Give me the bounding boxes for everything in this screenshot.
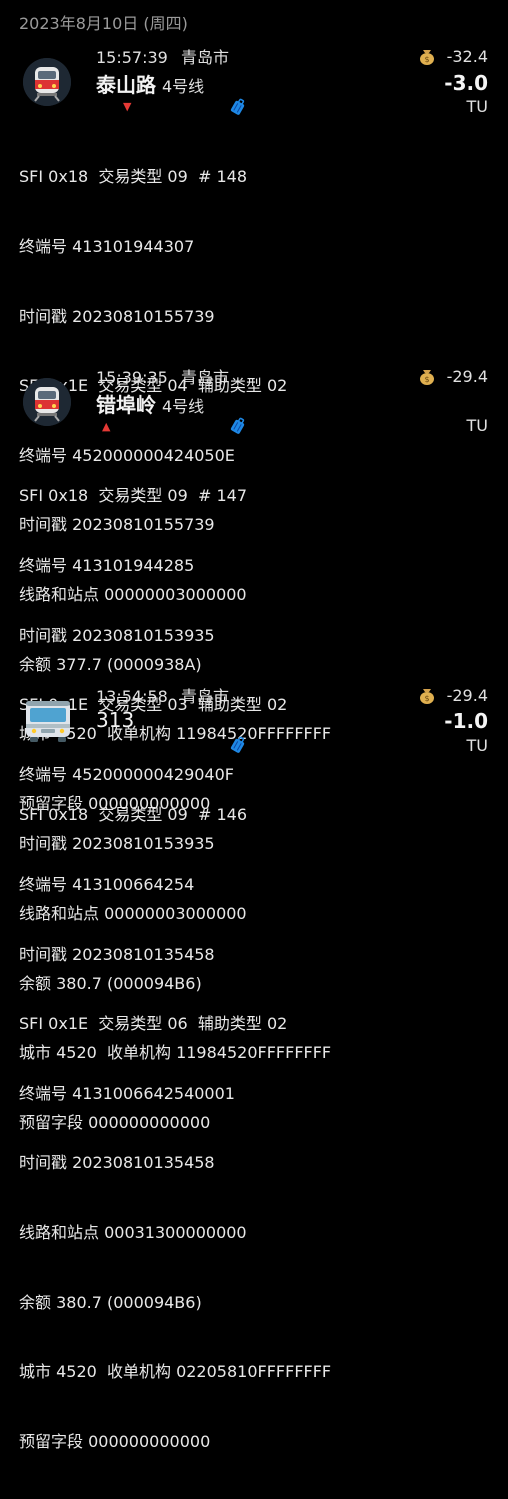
- unit: TU: [466, 736, 488, 755]
- time-city: 15:57:39 青岛市: [96, 44, 229, 68]
- transaction-entry[interactable]: 15:57:39 青岛市 泰山路 4号线 ▼ $ -32.4 -3.0 TU SFI…: [0, 0, 508, 813]
- balance-value: -32.4: [446, 47, 488, 66]
- luggage-icon: [228, 97, 248, 117]
- detail-line: 城市 4520 收单机构 02205810FFFFFFFF: [19, 1362, 332, 1382]
- city: 青岛市: [180, 687, 229, 706]
- detail-block: SFI 0x18 交易类型 09 # 146 终端号 413100664254 …: [19, 757, 331, 1499]
- amount: -3.0: [444, 71, 488, 95]
- amount: -1.0: [444, 709, 488, 733]
- balance: $ -29.4: [417, 366, 488, 386]
- city: 青岛市: [180, 48, 229, 67]
- station-label: 泰山路: [96, 73, 156, 97]
- unit: TU: [466, 97, 488, 116]
- time-city: 13:54:58 青岛市: [96, 683, 229, 707]
- detail-line: 时间戳 20230810135458: [19, 1153, 215, 1173]
- station-label: 313: [96, 708, 135, 732]
- detail-line: 终端号 4131006642540001: [19, 1083, 235, 1103]
- luggage-icon: [228, 735, 248, 755]
- transaction-entry[interactable]: 13:54:58 青岛市 313 $ -29.4 -1.0 TU SFI 0x18…: [0, 680, 508, 1451]
- money-bag-icon: $: [417, 685, 437, 705]
- balance-value: -29.4: [446, 367, 488, 386]
- detail-line: 终端号 413101944307: [19, 237, 195, 256]
- line-label: 4号线: [162, 397, 205, 416]
- city: 青岛市: [180, 368, 229, 387]
- detail-line: 终端号 413100664254: [19, 875, 195, 894]
- bus-icon: [23, 697, 73, 745]
- detail-line: 时间戳 20230810153935: [19, 625, 215, 645]
- detail-line: SFI 0x18 交易类型 09 # 147: [19, 486, 247, 506]
- subway-icon: [23, 378, 71, 426]
- detail-line: 余额 380.7 (000094B6): [19, 1292, 202, 1312]
- station-name: 泰山路 4号线: [96, 69, 204, 98]
- svg-text:$: $: [424, 55, 429, 64]
- direction-down-icon: ▼: [123, 100, 132, 113]
- detail-line: 时间戳 20230810135458: [19, 944, 215, 964]
- time: 13:54:58: [96, 687, 168, 706]
- direction-up-icon: ▲: [102, 420, 111, 433]
- station-name: 错埠岭 4号线: [96, 389, 204, 418]
- station-label: 错埠岭: [96, 393, 156, 417]
- detail-line: 线路和站点 00031300000000: [19, 1222, 247, 1242]
- detail-line: 预留字段 000000000000: [19, 1431, 211, 1451]
- balance: $ -29.4: [417, 685, 488, 705]
- detail-line: 时间戳 20230810155739: [19, 306, 215, 326]
- subway-icon: [23, 58, 71, 106]
- unit: TU: [466, 416, 488, 435]
- time-city: 15:39:35 青岛市: [96, 364, 229, 388]
- detail-line: SFI 0x1E 交易类型 06 辅助类型 02: [19, 1014, 288, 1034]
- balance: $ -32.4: [417, 46, 488, 66]
- time: 15:39:35: [96, 368, 168, 387]
- detail-line: SFI 0x18 交易类型 09 # 148: [19, 167, 247, 187]
- time: 15:57:39: [96, 48, 168, 67]
- balance-value: -29.4: [446, 686, 488, 705]
- detail-line: 终端号 413101944285: [19, 556, 195, 575]
- money-bag-icon: $: [417, 366, 437, 386]
- line-label: 4号线: [162, 77, 205, 96]
- luggage-icon: [228, 416, 248, 436]
- transaction-entry[interactable]: 15:39:35 青岛市 错埠岭 4号线 ▲ $ -29.4 TU SFI 0x18…: [0, 360, 508, 1132]
- station-name: 313: [96, 708, 134, 732]
- money-bag-icon: $: [417, 46, 437, 66]
- svg-text:$: $: [424, 694, 429, 703]
- svg-text:$: $: [424, 375, 429, 384]
- detail-line: SFI 0x18 交易类型 09 # 146: [19, 805, 247, 825]
